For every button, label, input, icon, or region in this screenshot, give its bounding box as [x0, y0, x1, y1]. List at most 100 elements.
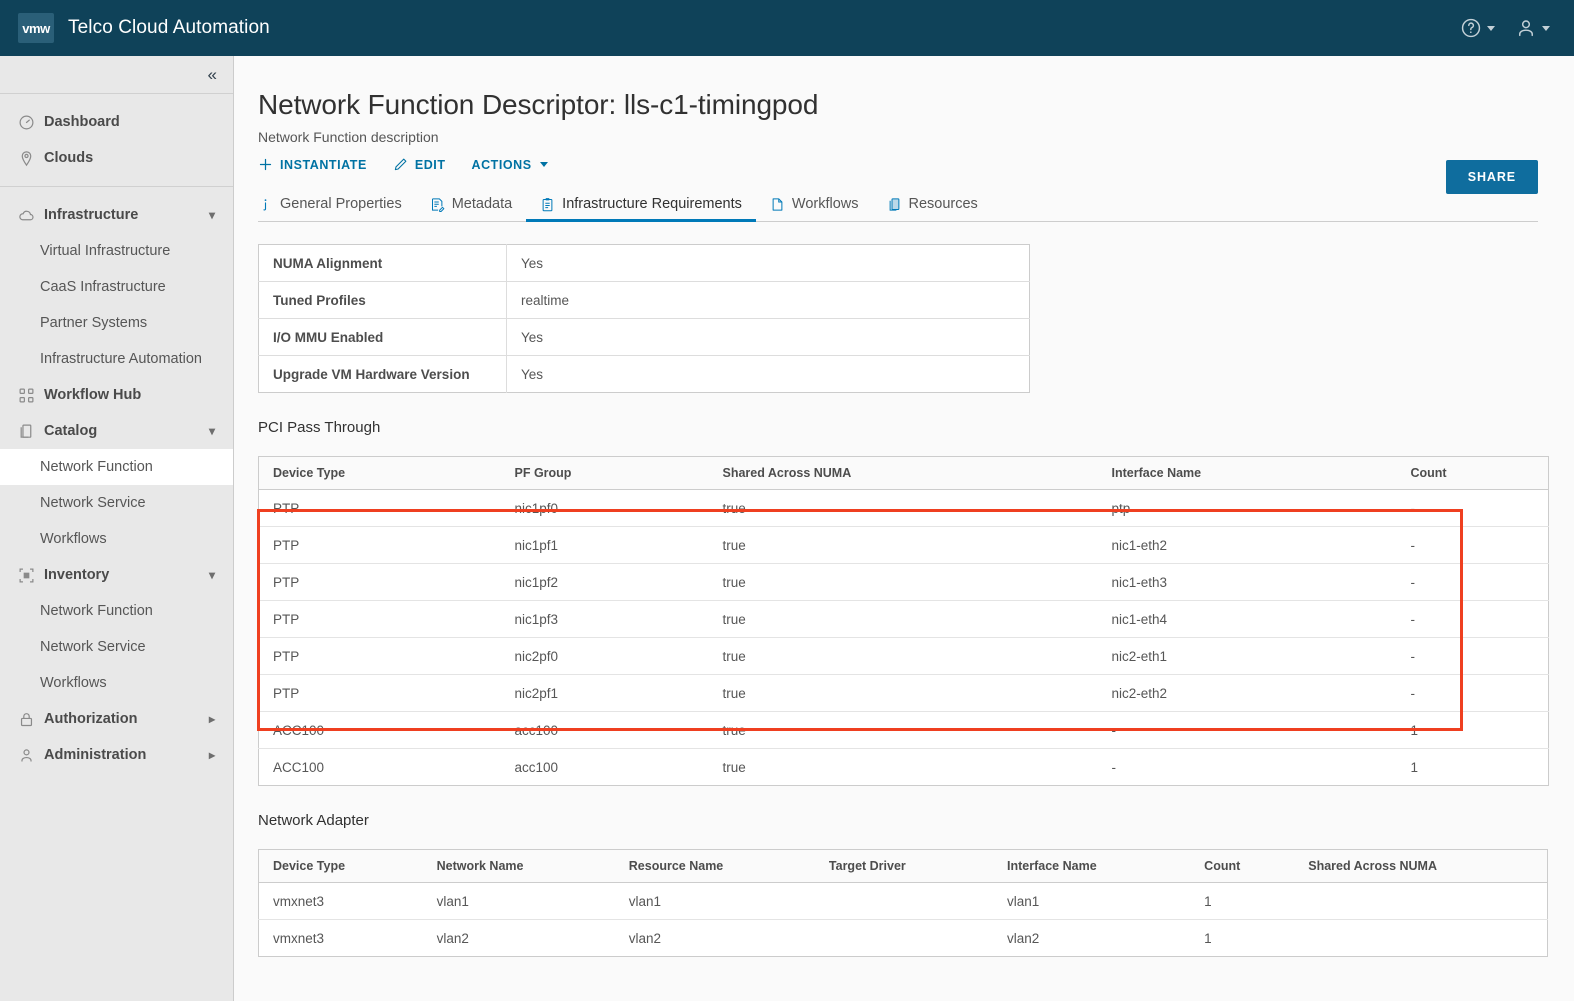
sidebar-item-catalog-workflows[interactable]: Workflows	[0, 521, 233, 557]
column-header-interface-name[interactable]: Interface Name	[993, 849, 1191, 883]
table-row[interactable]: PTP nic2pf1 true nic2-eth2 -	[258, 674, 1549, 712]
cell-resource-name: vlan1	[614, 882, 815, 920]
chevron-down-icon: ▾	[208, 568, 215, 582]
cell-shared-across-numa: true	[708, 489, 1098, 527]
cell-pf-group: acc100	[500, 711, 709, 749]
chevron-down-icon: ▾	[208, 208, 215, 222]
cell-device-type: vmxnet3	[273, 930, 325, 946]
table-row[interactable]: PTP nic1pf0 true ptp -	[258, 489, 1549, 527]
cell-shared-across-numa: true	[708, 526, 1098, 564]
cell-device-type: ACC100	[273, 759, 325, 775]
sidebar-item-catalog-network-service[interactable]: Network Service	[0, 485, 233, 521]
user-menu[interactable]	[1509, 13, 1556, 43]
sidebar-item-inventory-network-service[interactable]: Network Service	[0, 629, 233, 665]
property-key: Tuned Profiles	[258, 281, 507, 319]
resources-icon	[889, 197, 899, 211]
table-header-row: Device Type PF Group Shared Across NUMA …	[258, 456, 1549, 490]
cell-count: 1	[1410, 759, 1419, 775]
edit-button[interactable]: Edit	[393, 157, 446, 172]
cell-device-type: vmxnet3	[258, 882, 423, 920]
tab-label: Workflows	[791, 196, 859, 212]
sidebar-item-administration[interactable]: Administration ▸	[0, 737, 233, 773]
sidebar-item-caas-infrastructure[interactable]: CaaS Infrastructure	[0, 269, 233, 305]
sidebar-item-clouds[interactable]: Clouds	[0, 140, 233, 176]
cell-pf-group: nic1pf1	[500, 526, 709, 564]
sidebar-item-label: Workflows	[40, 531, 107, 547]
cell-count: -	[1396, 489, 1549, 527]
table-row[interactable]: ACC100 acc100 true - 1	[259, 749, 1549, 786]
sidebar-item-label: Catalog	[44, 423, 98, 439]
sidebar-item-infrastructure-automation[interactable]: Infrastructure Automation	[0, 341, 233, 377]
instantiate-button[interactable]: Instantiate	[258, 157, 367, 172]
instantiate-label: Instantiate	[280, 157, 367, 172]
tab-workflows[interactable]: Workflows	[756, 196, 873, 221]
cell-device-type: PTP	[258, 489, 501, 527]
table-row: Upgrade VM Hardware Version Yes	[258, 355, 1030, 393]
column-header-shared-across-numa[interactable]: Shared Across NUMA	[708, 456, 1098, 490]
column-header-resource-name[interactable]: Resource Name	[614, 849, 815, 883]
table-row[interactable]: PTP nic2pf0 true nic2-eth1 -	[258, 637, 1549, 675]
cell-shared-across-numa: true	[708, 563, 1098, 601]
cell-shared-across-numa: true	[708, 637, 1098, 675]
sidebar-item-inventory[interactable]: Inventory ▾	[0, 557, 233, 593]
sidebar-item-workflow-hub[interactable]: Workflow Hub	[0, 377, 233, 413]
sidebar-collapse-button[interactable]: «	[0, 56, 233, 94]
share-button[interactable]: Share	[1445, 160, 1538, 194]
table-row[interactable]: PTP nic1pf3 true nic1-eth4 -	[258, 600, 1549, 638]
metadata-icon	[431, 197, 445, 212]
column-header-shared-across-numa[interactable]: Shared Across NUMA	[1294, 849, 1548, 883]
column-header-network-name[interactable]: Network Name	[422, 849, 615, 883]
edit-label: Edit	[414, 157, 446, 172]
network-adapter-table: Device Type Network Name Resource Name T…	[258, 849, 1548, 957]
table-row[interactable]: vmxnet3 vlan2 vlan2 vlan2 1	[259, 920, 1548, 957]
table-row[interactable]: PTP nic1pf2 true nic1-eth3 -	[258, 563, 1549, 601]
tab-infrastructure-requirements[interactable]: Infrastructure Requirements	[526, 196, 756, 222]
column-header-pf-group[interactable]: PF Group	[500, 456, 709, 490]
column-header-device-type[interactable]: Device Type	[258, 849, 423, 883]
cell-pf-group: nic2pf0	[500, 637, 709, 675]
sidebar-item-infrastructure[interactable]: Infrastructure ▾	[0, 197, 233, 233]
sidebar-item-label: Inventory	[44, 567, 110, 583]
sidebar-item-authorization[interactable]: Authorization ▸	[0, 701, 233, 737]
column-header-target-driver[interactable]: Target Driver	[814, 849, 994, 883]
lock-icon	[20, 712, 33, 726]
chevron-down-icon	[1487, 25, 1495, 31]
cell-count: -	[1396, 637, 1549, 675]
column-header-interface-name[interactable]: Interface Name	[1097, 456, 1397, 490]
chevron-down-icon: ▾	[208, 424, 215, 438]
column-header-device-type[interactable]: Device Type	[258, 456, 501, 490]
sidebar-group-secondary: Infrastructure ▾ Virtual Infrastructure …	[0, 187, 233, 783]
table-row[interactable]: PTP nic1pf1 true nic1-eth2 -	[258, 526, 1549, 564]
tab-label: General Properties	[280, 196, 402, 212]
sidebar-item-partner-systems[interactable]: Partner Systems	[0, 305, 233, 341]
cell-count: 1	[1190, 882, 1295, 920]
cell-count: -	[1396, 526, 1549, 564]
sidebar-item-dashboard[interactable]: Dashboard	[0, 104, 233, 140]
column-header-count[interactable]: Count	[1190, 849, 1295, 883]
tab-resources[interactable]: Resources	[873, 196, 992, 221]
chevron-right-icon: ▸	[208, 748, 215, 762]
help-circle-icon	[1461, 18, 1481, 38]
sidebar-group-primary: Dashboard Clouds	[0, 94, 233, 187]
actions-label: Actions	[471, 157, 532, 172]
sidebar-item-label: Partner Systems	[40, 315, 148, 331]
actions-menu-button[interactable]: Actions	[472, 158, 548, 172]
sidebar-item-virtual-infrastructure[interactable]: Virtual Infrastructure	[0, 233, 233, 269]
cell-device-type: PTP	[258, 526, 501, 564]
sidebar-item-inventory-network-function[interactable]: Network Function	[0, 593, 233, 629]
tab-general-properties[interactable]: General Properties	[258, 196, 416, 221]
property-key: Upgrade VM Hardware Version	[258, 355, 507, 393]
action-toolbar: Instantiate Edit Actions	[258, 157, 1574, 172]
cell-pf-group: nic2pf1	[500, 674, 709, 712]
sidebar-item-catalog[interactable]: Catalog ▾	[0, 413, 233, 449]
tab-metadata[interactable]: Metadata	[416, 196, 526, 221]
table-row[interactable]: vmxnet3 vlan1 vlan1 vlan1 1	[258, 882, 1548, 920]
sidebar-item-catalog-network-function[interactable]: Network Function	[0, 449, 233, 485]
sidebar-item-inventory-workflows[interactable]: Workflows	[0, 665, 233, 701]
app-title: Telco Cloud Automation	[68, 17, 270, 38]
column-header-count[interactable]: Count	[1396, 456, 1549, 490]
workflow-icon	[772, 197, 783, 211]
help-menu[interactable]	[1454, 13, 1501, 43]
cell-count: -	[1396, 674, 1549, 712]
table-row[interactable]: ACC100 acc100 true - 1	[258, 711, 1549, 749]
